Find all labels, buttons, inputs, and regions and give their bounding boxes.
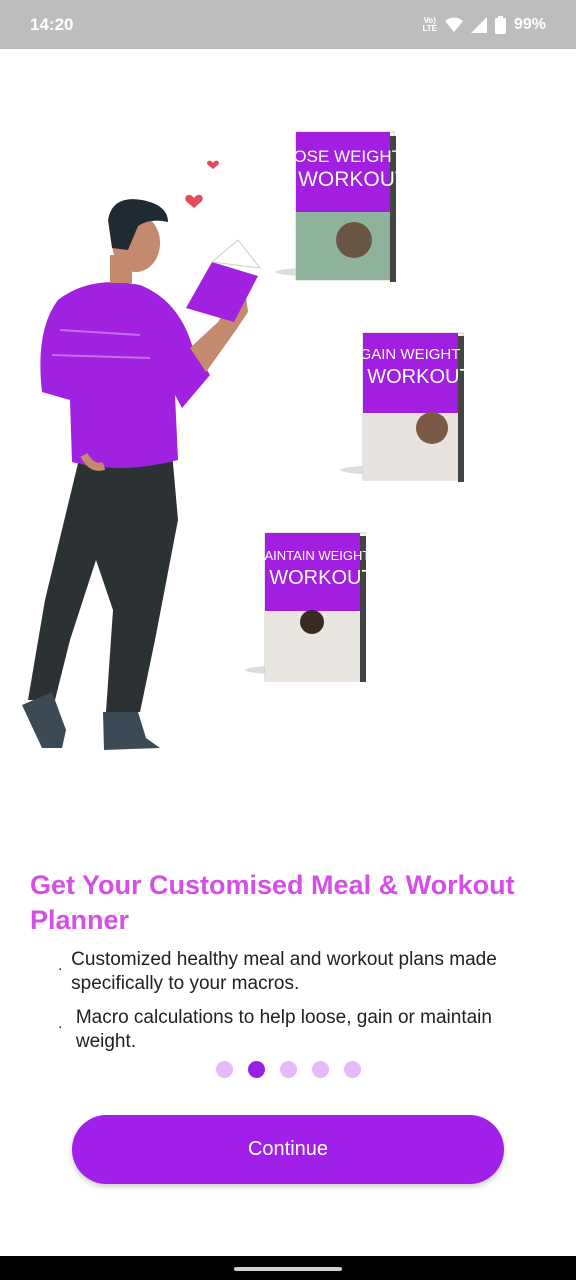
book-title: MAINTAIN WEIGHT	[254, 548, 371, 563]
feature-text: Customized healthy meal and workout plan…	[71, 949, 497, 994]
list-item: . Macro calculations to help loose, gain…	[58, 1006, 528, 1054]
page-dot-2-active[interactable]	[248, 1061, 265, 1078]
feature-list: . Customized healthy meal and workout pl…	[58, 948, 528, 1064]
book-title: & WORKOUT	[250, 567, 373, 589]
onboarding-illustration: LOSE WEIGHT & WORKOUT GAIN WEIGHT & WORK…	[22, 131, 472, 750]
page-dot-3[interactable]	[280, 1061, 297, 1078]
status-icons: Vo) LTE 99%	[422, 15, 546, 34]
home-gesture-handle[interactable]	[234, 1267, 342, 1271]
book-title: & WORKOUT	[278, 168, 408, 191]
cell-signal-icon	[470, 16, 487, 33]
bullet-marker: .	[58, 957, 63, 974]
heart-icon	[207, 160, 219, 169]
list-item: . Customized healthy meal and workout pl…	[58, 948, 528, 996]
book-title: LOSE WEIGHT	[284, 147, 402, 166]
book-title: & WORKOUT	[348, 366, 471, 388]
page-indicator	[216, 1061, 361, 1078]
page-dot-4[interactable]	[312, 1061, 329, 1078]
heart-icon	[185, 194, 203, 208]
book-cover-lose-weight: LOSE WEIGHT & WORKOUT	[275, 131, 408, 282]
page-dot-5[interactable]	[344, 1061, 361, 1078]
feature-text: Macro calculations to help loose, gain o…	[75, 1007, 492, 1052]
book-cover-gain-weight: GAIN WEIGHT & WORKOUT	[340, 332, 472, 482]
continue-button[interactable]: Continue	[72, 1115, 504, 1184]
battery-icon	[494, 15, 506, 34]
battery-level: 99%	[513, 15, 546, 33]
bullet-marker: .	[58, 1015, 63, 1032]
system-nav-bar	[0, 1256, 576, 1280]
status-bar: 14:20 Vo) LTE 99%	[0, 0, 576, 49]
book-title: GAIN WEIGHT	[360, 346, 461, 363]
book-cover-maintain-weight: MAINTAIN WEIGHT & WORKOUT	[245, 532, 374, 682]
page-dot-1[interactable]	[216, 1061, 233, 1078]
wifi-icon	[444, 17, 463, 32]
status-time: 14:20	[30, 14, 74, 34]
onboarding-title: Get Your Customised Meal & Workout Plann…	[30, 870, 515, 935]
volte-indicator: Vo) LTE	[422, 15, 437, 33]
